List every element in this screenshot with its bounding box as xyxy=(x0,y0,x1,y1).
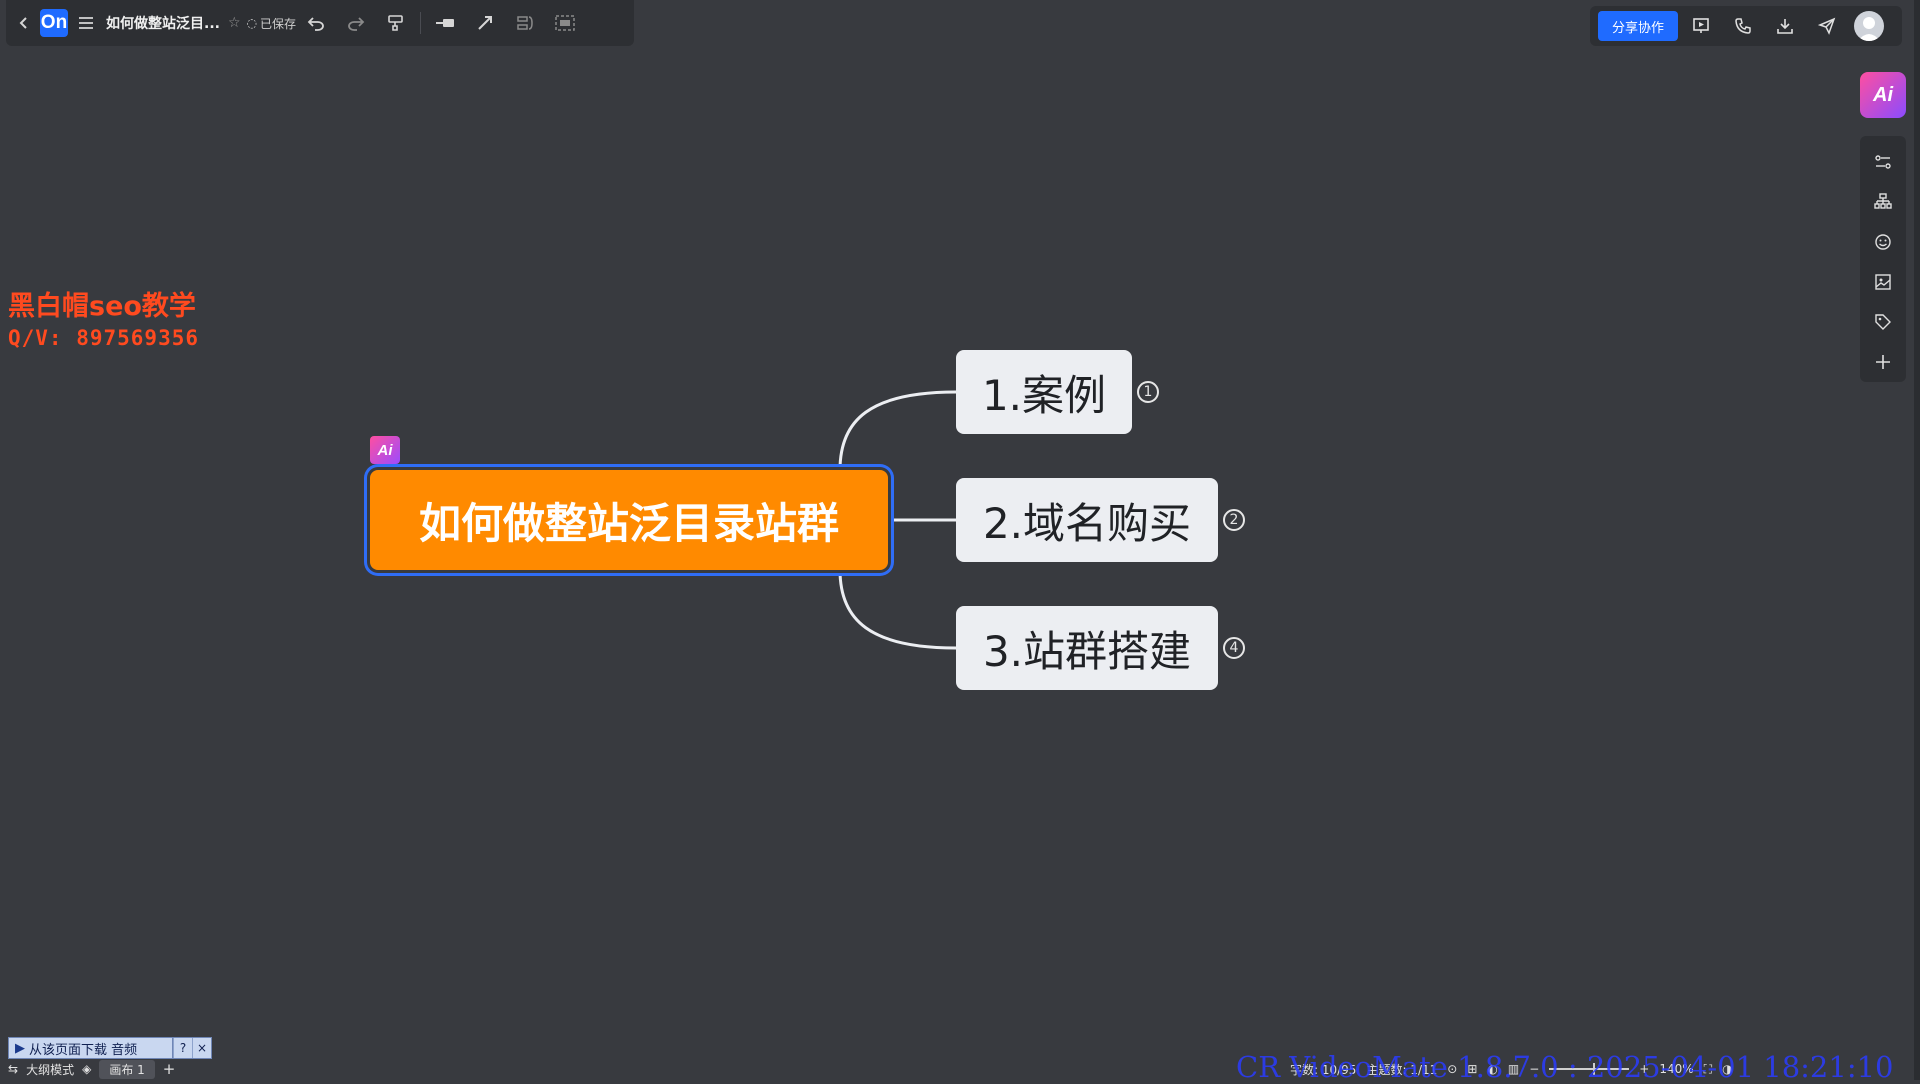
outline-mode-button[interactable]: 大纲模式 xyxy=(26,1061,74,1078)
redo-icon[interactable] xyxy=(336,0,376,46)
top-toolbar: On 如何做整站泛目... ☆ ◌ 已保存 xyxy=(6,0,634,46)
emoji-icon[interactable] xyxy=(1860,222,1906,262)
download-audio-label: 从该页面下载 音频 xyxy=(29,1042,138,1058)
branch-3-number-badge: 4 xyxy=(1223,637,1245,659)
presentation-icon[interactable] xyxy=(1682,7,1720,45)
share-collaborate-button[interactable]: 分享协作 xyxy=(1598,11,1679,41)
document-title[interactable]: 如何做整站泛目... xyxy=(106,13,220,33)
call-icon[interactable] xyxy=(1724,7,1762,45)
right-tool-rail xyxy=(1860,136,1906,382)
check-circle-icon: ◌ xyxy=(246,16,258,30)
app-logo[interactable]: On xyxy=(40,9,68,37)
outline-mode-icon: ⇆ xyxy=(8,1062,19,1076)
branch-topic-1[interactable]: 1.案例 xyxy=(956,350,1132,434)
undo-icon[interactable] xyxy=(296,0,336,46)
add-icon[interactable] xyxy=(1860,342,1906,382)
branch-topic-2[interactable]: 2.域名购买 xyxy=(956,478,1218,562)
branch-1-number-badge: 1 xyxy=(1137,381,1159,403)
root-topic[interactable]: 如何做整站泛目录站群 xyxy=(370,470,888,570)
download-close-button[interactable]: × xyxy=(192,1038,211,1058)
avatar[interactable] xyxy=(1850,7,1888,45)
connection-icon[interactable] xyxy=(465,0,505,46)
bottom-left-status: ⇆ 大纲模式 ◈ 画布 1 + xyxy=(0,1058,240,1080)
back-icon[interactable] xyxy=(12,0,36,46)
download-audio-button[interactable]: ▶ 从该页面下载 音频 xyxy=(9,1038,173,1058)
ai-assistant-button[interactable]: Ai xyxy=(1860,72,1906,118)
root-ai-badge[interactable]: Ai xyxy=(370,436,400,464)
layers-icon[interactable]: ◈ xyxy=(82,1062,91,1076)
insert-topic-icon[interactable] xyxy=(425,0,465,46)
menu-icon[interactable] xyxy=(72,0,100,46)
watermark-title: 黑白帽seo教学 xyxy=(8,291,196,322)
branch-2-number-badge: 2 xyxy=(1223,509,1245,531)
toolbar-divider xyxy=(420,12,422,34)
tag-icon[interactable] xyxy=(1860,302,1906,342)
vertical-scrollbar[interactable] xyxy=(1914,0,1920,1080)
saved-label: 已保存 xyxy=(260,16,297,31)
download-help-button[interactable]: ? xyxy=(173,1038,192,1058)
star-icon[interactable]: ☆ xyxy=(228,15,241,31)
media-download-bar: ▶ 从该页面下载 音频 ? × xyxy=(8,1037,212,1059)
user-avatar-icon xyxy=(1854,11,1885,41)
image-icon[interactable] xyxy=(1860,262,1906,302)
connector-branch-1 xyxy=(838,390,957,471)
download-icon[interactable] xyxy=(1766,7,1804,45)
send-icon[interactable] xyxy=(1808,7,1846,45)
branch-topic-3[interactable]: 3.站群搭建 xyxy=(956,606,1218,690)
watermark-contact: Q/V: 897569356 xyxy=(8,326,200,350)
frame-icon[interactable] xyxy=(545,0,585,46)
top-right-toolbar: 分享协作 xyxy=(1590,6,1902,46)
saved-status: ◌ 已保存 xyxy=(247,15,297,32)
canvas-tab[interactable]: 画布 1 xyxy=(99,1059,155,1079)
recorder-overlay-text: CR VideoMate 1.8.7.0 : 2025-04-01 18:21:… xyxy=(1236,1050,1894,1084)
play-icon: ▶ xyxy=(15,1040,25,1056)
structure-icon[interactable] xyxy=(1860,182,1906,222)
format-painter-icon[interactable] xyxy=(376,0,416,46)
style-icon[interactable] xyxy=(1860,142,1906,182)
summary-icon[interactable] xyxy=(505,0,545,46)
connector-branch-3 xyxy=(838,569,957,650)
add-canvas-button[interactable]: + xyxy=(163,1060,176,1078)
